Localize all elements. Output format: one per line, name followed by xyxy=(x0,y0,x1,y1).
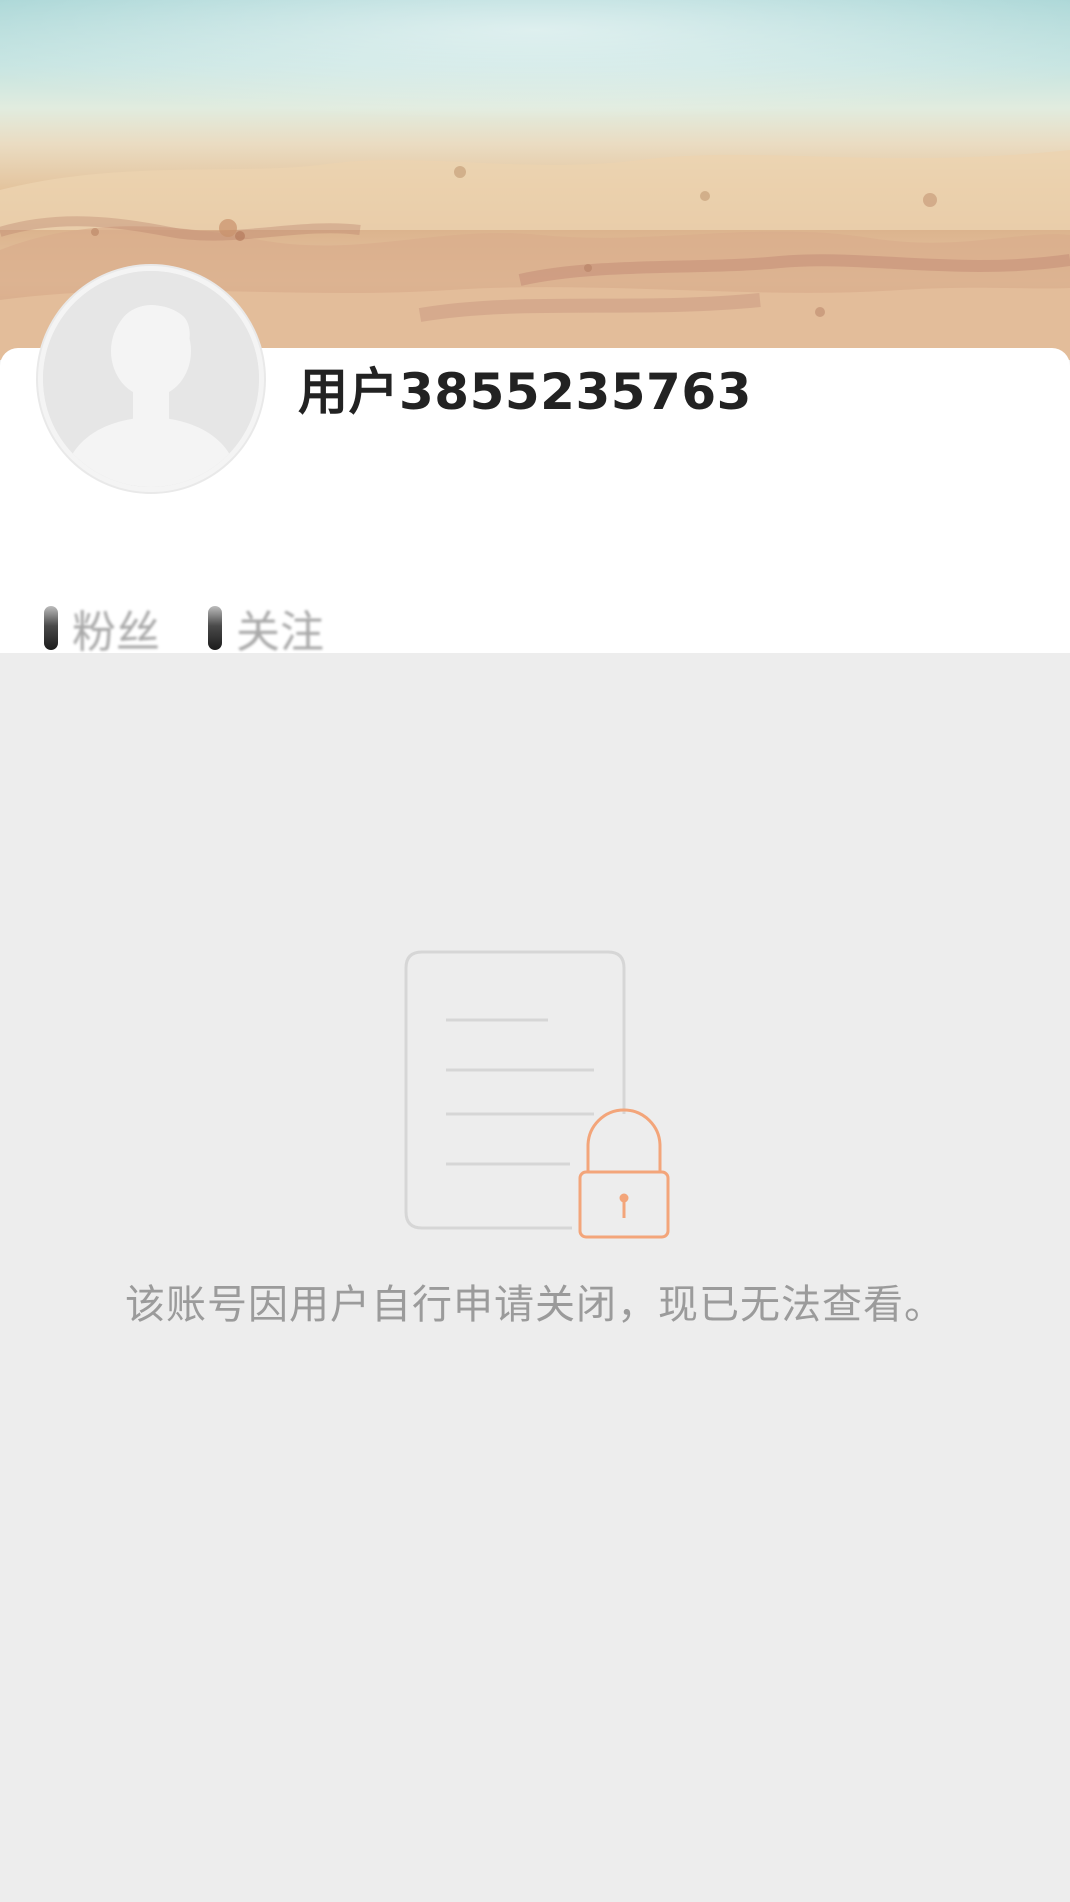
stat-following[interactable]: 0 关注 xyxy=(208,596,324,660)
stat-fans-label: 粉丝 xyxy=(72,607,160,658)
stat-following-count: 0 xyxy=(208,606,222,650)
username: 用户3855235763 xyxy=(298,363,752,421)
stat-fans-count: 0 xyxy=(44,606,58,650)
locked-document-icon xyxy=(404,950,670,1239)
profile-stats: 0 粉丝 0 关注 xyxy=(44,596,324,660)
profile-page: 用户3855235763 0 粉丝 0 关注 该账号因用户自行申请关闭，现已无法… xyxy=(0,0,1070,1902)
stat-fans[interactable]: 0 粉丝 xyxy=(44,596,160,660)
account-closed-message: 该账号因用户自行申请关闭，现已无法查看。 xyxy=(125,1282,945,1328)
avatar[interactable] xyxy=(38,266,264,492)
default-avatar-icon xyxy=(43,271,259,487)
stat-following-label: 关注 xyxy=(236,607,324,658)
